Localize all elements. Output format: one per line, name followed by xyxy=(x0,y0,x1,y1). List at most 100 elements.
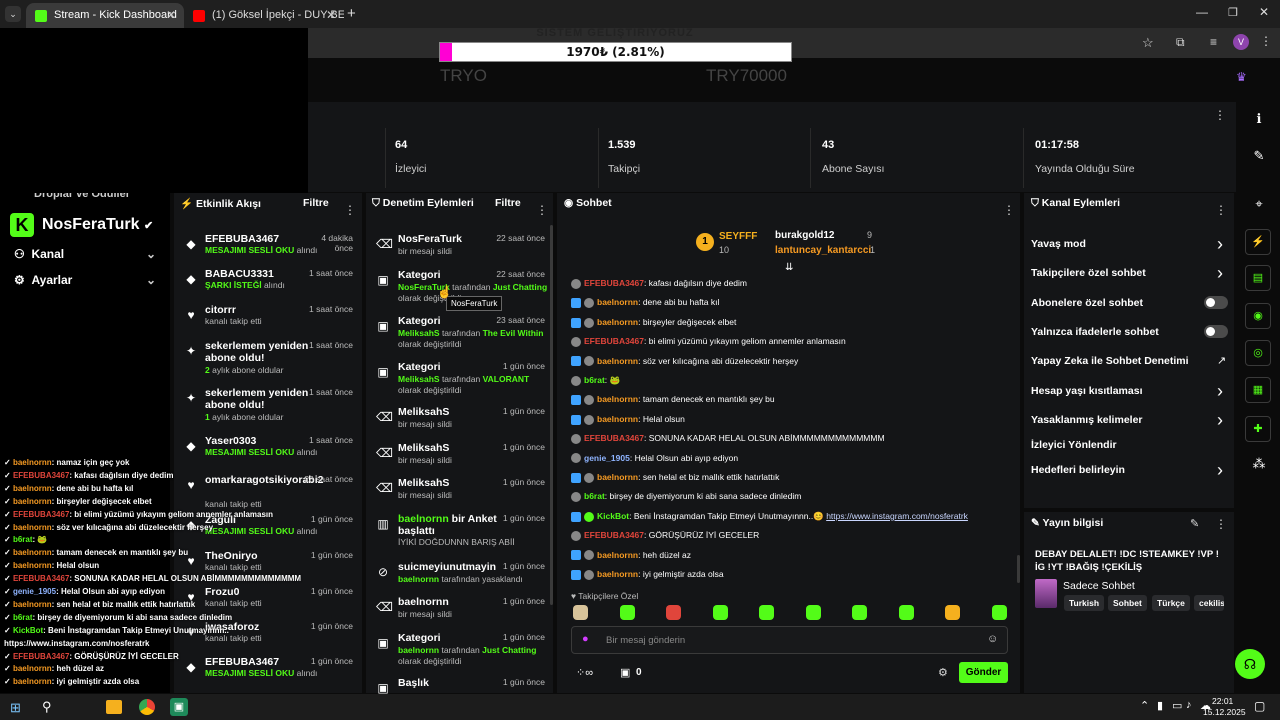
chevron-right-icon[interactable]: › xyxy=(1217,410,1223,431)
apps-icon[interactable]: ⁂ xyxy=(1250,455,1268,473)
emote-icon[interactable] xyxy=(945,605,960,620)
chat-username[interactable]: EFEBUBA3467 xyxy=(584,278,644,288)
header-badge-icon[interactable]: ♛ xyxy=(1236,70,1247,84)
search-icon[interactable]: ⚲ xyxy=(42,699,52,715)
activity-filter-button[interactable]: Filtre xyxy=(303,197,329,209)
emote-icon[interactable] xyxy=(619,605,635,620)
chat-message[interactable]: EFEBUBA3467: kafası dağılsın diye dedim xyxy=(571,276,747,290)
sidebar-item-drops[interactable]: Droplar ve Ödüller xyxy=(34,193,130,201)
stream-info-menu-icon[interactable]: ⋮ xyxy=(1215,517,1227,531)
sidebar-item-kanal[interactable]: ⚇ Kanal ⌄ xyxy=(14,247,156,261)
emote-icon[interactable] xyxy=(852,605,867,620)
toggle-switch[interactable] xyxy=(1204,325,1228,338)
moderation-user[interactable]: baelnornn xyxy=(398,513,449,525)
emote-icon[interactable] xyxy=(898,605,914,620)
lightning-icon[interactable]: ⚡ xyxy=(1245,229,1271,255)
chat-message[interactable]: genie_1905: Helal Olsun abi ayıp ediyon xyxy=(571,451,738,465)
chat-message[interactable]: b6rat: 🐸 xyxy=(571,373,620,387)
emote-icon[interactable] xyxy=(991,605,1007,620)
chat-username[interactable]: baelnornn xyxy=(597,394,638,404)
info-icon[interactable]: ℹ xyxy=(1250,110,1268,128)
close-tab-icon[interactable]: ✕ xyxy=(326,8,336,22)
chat-message[interactable]: baelnornn: iyi gelmiştir azda olsa xyxy=(571,567,724,581)
moderation-actor[interactable]: baelnornn xyxy=(398,645,439,655)
minimize-icon[interactable]: — xyxy=(1196,5,1208,19)
gifter-name[interactable]: lantuncay_kantarcci xyxy=(775,245,871,256)
chat-icon[interactable]: ◉ xyxy=(1245,303,1271,329)
emote-icon[interactable] xyxy=(805,605,821,620)
channel-action-8[interactable]: Hedefleri belirleyin xyxy=(1031,464,1125,476)
edit-stream-info-icon[interactable]: ✎ xyxy=(1190,517,1199,530)
tab-search-button[interactable]: ⌄ xyxy=(5,6,21,22)
chat-username[interactable]: baelnornn xyxy=(597,472,638,482)
close-tab-icon[interactable]: ✕ xyxy=(166,8,176,22)
chevron-right-icon[interactable]: › xyxy=(1217,263,1223,284)
sidebar-item-ayarlar[interactable]: ⚙ Ayarlar ⌄ xyxy=(14,273,156,287)
media-icon[interactable]: ≡ xyxy=(1210,35,1217,49)
chat-username[interactable]: KickBot xyxy=(597,511,629,521)
broadcast-icon[interactable]: ◎ xyxy=(1245,340,1271,366)
chat-link[interactable]: https://www.instagram.com/nosferatrk xyxy=(826,511,968,521)
stats-menu-icon[interactable]: ⋮ xyxy=(1214,108,1226,122)
tab-kick-dashboard[interactable]: Stream - Kick Dashboard ✕ xyxy=(26,3,184,28)
chat-message[interactable]: baelnornn: dene abi bu hafta kıl xyxy=(571,295,719,309)
chat-message[interactable]: baelnornn: söz ver kılıcağına abi düzele… xyxy=(571,354,798,368)
clock-time[interactable]: 22:01 xyxy=(1212,696,1233,706)
usb-icon[interactable]: ▮ xyxy=(1157,699,1163,712)
channel-action-7[interactable]: İzleyici Yönlendir xyxy=(1031,439,1117,451)
chat-menu-icon[interactable]: ⋮ xyxy=(1003,203,1015,217)
chat-settings-left-icon[interactable]: ⁘∞ xyxy=(576,666,593,679)
moderation-actor[interactable]: MeliksahS xyxy=(398,374,440,384)
help-button[interactable]: ☊ xyxy=(1235,649,1265,679)
mic-icon[interactable]: ● xyxy=(582,633,589,645)
chat-username[interactable]: b6rat xyxy=(584,491,605,501)
chat-username[interactable]: EFEBUBA3467 xyxy=(584,336,644,346)
chat-username[interactable]: baelnornn xyxy=(597,550,638,560)
notes-icon[interactable]: ▤ xyxy=(1245,265,1271,291)
chevron-right-icon[interactable]: › xyxy=(1217,460,1223,481)
channel-action-3[interactable]: Yalnızca ifadelerle sohbet xyxy=(1031,326,1159,338)
chat-settings-icon[interactable]: ⚙ xyxy=(938,666,948,679)
close-window-icon[interactable]: ✕ xyxy=(1259,5,1269,19)
chat-username[interactable]: baelnornn xyxy=(597,297,638,307)
chat-message[interactable]: EFEBUBA3467: SONUNA KADAR HELAL OLSUN AB… xyxy=(571,431,885,445)
focus-icon[interactable]: ⌖ xyxy=(1250,195,1268,213)
emote-icon[interactable] xyxy=(573,605,588,620)
chat-username[interactable]: genie_1905 xyxy=(584,453,630,463)
activity-menu-icon[interactable]: ⋮ xyxy=(344,203,356,217)
external-link-icon[interactable]: ↗ xyxy=(1217,354,1226,367)
edit-icon[interactable]: ✎ xyxy=(1250,147,1268,165)
tag-pill[interactable]: Türkçe xyxy=(1152,595,1190,611)
emote-icon[interactable] xyxy=(759,605,774,620)
chat-username[interactable]: EFEBUBA3467 xyxy=(584,530,644,540)
channel-action-6[interactable]: Yasaklanmış kelimeler xyxy=(1031,414,1143,426)
emote-icon[interactable] xyxy=(712,605,728,620)
chat-username[interactable]: baelnornn xyxy=(597,356,638,366)
moderation-actor[interactable]: baelnornn xyxy=(398,574,439,584)
chat-message[interactable]: KickBot: Beni İnstagramdan Takip Etmeyi … xyxy=(571,509,968,523)
channel-action-2[interactable]: Abonelere özel sohbet xyxy=(1031,297,1143,309)
top-gifter-name[interactable]: SEYFFF xyxy=(719,231,757,242)
pin-down-icon[interactable]: ⇊ xyxy=(785,262,793,273)
tag-pill[interactable]: cekilis xyxy=(1194,595,1224,611)
chat-message[interactable]: baelnornn: heh düzel az xyxy=(571,548,691,562)
send-button[interactable]: Gönder xyxy=(959,662,1008,683)
emoji-icon[interactable]: ☺ xyxy=(987,633,998,645)
chat-username[interactable]: baelnornn xyxy=(597,317,638,327)
taskbar-app-icon[interactable] xyxy=(106,700,122,714)
moderation-filter-button[interactable]: Filtre xyxy=(495,197,521,209)
browser-menu-icon[interactable]: ⋮ xyxy=(1260,34,1272,48)
toggle-switch[interactable] xyxy=(1204,296,1228,309)
tag-pill[interactable]: Turkish xyxy=(1064,595,1105,611)
layout-icon[interactable]: ▦ xyxy=(1245,377,1271,403)
chat-username[interactable]: baelnornn xyxy=(597,569,638,579)
moderation-scrollbar[interactable] xyxy=(550,225,553,605)
chat-message[interactable]: baelnornn: tamam denecek en mantıklı şey… xyxy=(571,392,775,406)
emote-icon[interactable] xyxy=(666,605,681,620)
channel-actions-menu-icon[interactable]: ⋮ xyxy=(1215,203,1227,217)
tab-youtube[interactable]: (1) Göksel İpekçi - DUY BENİ (O ✕ xyxy=(184,3,344,28)
windows-start-icon[interactable]: ⊞ xyxy=(10,700,21,716)
extensions-icon[interactable]: ⧉ xyxy=(1176,35,1185,50)
new-tab-button[interactable]: + xyxy=(347,5,356,22)
chat-message[interactable]: EFEBUBA3467: GÖRÜŞÜRÜZ İYİ GECELER xyxy=(571,528,759,542)
